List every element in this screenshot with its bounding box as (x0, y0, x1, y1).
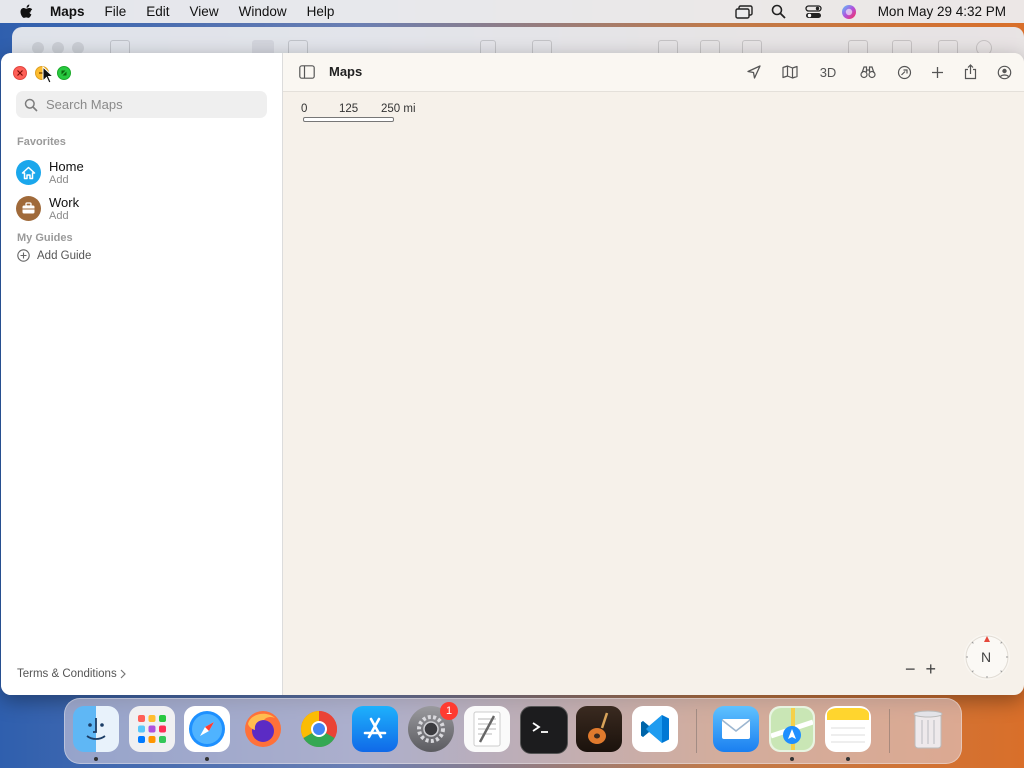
binoculars-icon[interactable] (859, 63, 877, 81)
favorites-heading: Favorites (17, 136, 66, 148)
close-window-button[interactable] (13, 66, 27, 80)
add-icon[interactable] (928, 63, 946, 81)
dock-trash-icon[interactable] (905, 706, 951, 752)
zoom-controls: − + (905, 659, 936, 680)
menu-window[interactable]: Window (239, 4, 287, 19)
dock-firefox-icon[interactable] (240, 706, 286, 752)
maps-window: Favorites Home Add Work Add My Guides Ad… (1, 53, 1024, 695)
share-icon[interactable] (961, 63, 979, 81)
zoom-out-button[interactable]: − (905, 659, 916, 680)
search-icon (24, 98, 38, 112)
menu-app-name[interactable]: Maps (50, 4, 85, 19)
menu-edit[interactable]: Edit (146, 4, 169, 19)
siri-icon[interactable] (839, 4, 859, 20)
dock-mail-icon[interactable] (713, 706, 759, 752)
menu-help[interactable]: Help (307, 4, 335, 19)
scale-mid: 125 (339, 103, 359, 115)
scale-zero: 0 (301, 103, 308, 115)
dock-separator (696, 709, 697, 753)
dock-system-preferences-icon[interactable]: 1 (408, 702, 458, 752)
menu-file[interactable]: File (105, 4, 127, 19)
search-field[interactable] (16, 91, 267, 118)
dock-garageband-icon[interactable] (576, 706, 622, 752)
compass-label: N (981, 649, 992, 665)
zoom-window-button[interactable] (57, 66, 71, 80)
search-input[interactable] (44, 96, 248, 113)
menu-bar: Maps File Edit View Window Help Mon May … (0, 0, 1024, 23)
dock-finder-running-dot (94, 757, 98, 761)
3d-button[interactable]: 3D (819, 63, 837, 81)
compass[interactable]: N (964, 634, 1010, 680)
add-circle-icon (17, 249, 30, 262)
tracking-icon[interactable] (895, 63, 913, 81)
mouse-cursor-icon (42, 66, 54, 84)
dock-safari-running-dot (205, 757, 209, 761)
favorite-home-label: Home (49, 159, 84, 174)
spotlight-search-icon[interactable] (769, 4, 789, 20)
dock-chrome-icon[interactable] (296, 706, 342, 752)
dock-app-store-icon[interactable] (352, 706, 398, 752)
background-font-icon (616, 40, 634, 54)
account-icon[interactable] (995, 63, 1013, 81)
dock-textedit-icon[interactable] (464, 706, 510, 752)
apple-menu-icon[interactable] (16, 2, 36, 22)
dock-safari-icon[interactable] (184, 706, 230, 752)
house-icon (16, 160, 41, 185)
dock-finder-icon[interactable] (73, 706, 119, 752)
favorite-work[interactable]: Work Add (16, 195, 79, 222)
terms-label: Terms & Conditions (17, 668, 117, 680)
briefcase-icon (16, 196, 41, 221)
location-arrow-icon[interactable] (745, 63, 763, 81)
favorite-work-label: Work (49, 195, 80, 210)
dock-notes-running-dot (846, 757, 850, 761)
system-preferences-badge: 1 (440, 702, 458, 720)
dock-vscode-icon[interactable] (632, 706, 678, 752)
menubar-clock[interactable]: Mon May 29 4:32 PM (878, 4, 1006, 19)
dock-terminal-icon[interactable] (520, 706, 568, 754)
scale-bar (303, 117, 394, 122)
dock-notes-icon[interactable] (825, 706, 871, 752)
zoom-in-button[interactable]: + (926, 659, 937, 680)
dock-separator-trash (889, 709, 890, 753)
favorite-home-add: Add (49, 174, 69, 186)
my-guides-heading: My Guides (17, 232, 73, 244)
chevron-right-icon (120, 669, 126, 679)
scale-end: 250 mi (381, 103, 416, 115)
map-mode-icon[interactable] (781, 63, 799, 81)
favorite-work-add: Add (49, 210, 69, 222)
favorite-home[interactable]: Home Add (16, 159, 84, 186)
window-title: Maps (329, 64, 363, 79)
screen-mirroring-icon[interactable] (734, 4, 754, 20)
dock-launchpad-icon[interactable] (129, 706, 175, 752)
add-guide-label: Add Guide (37, 249, 92, 262)
terms-link[interactable]: Terms & Conditions (17, 668, 127, 680)
control-center-icon[interactable] (804, 4, 824, 20)
dock-maps-icon[interactable] (769, 706, 815, 752)
dock: 1 (64, 698, 962, 764)
dock-maps-running-dot (790, 757, 794, 761)
menu-view[interactable]: View (190, 4, 219, 19)
add-guide-button[interactable]: Add Guide (17, 249, 91, 262)
map-toolbar: Maps 3D (283, 53, 1024, 92)
sidebar-toggle-icon[interactable] (299, 65, 315, 79)
sidebar: Favorites Home Add Work Add My Guides Ad… (1, 53, 283, 695)
